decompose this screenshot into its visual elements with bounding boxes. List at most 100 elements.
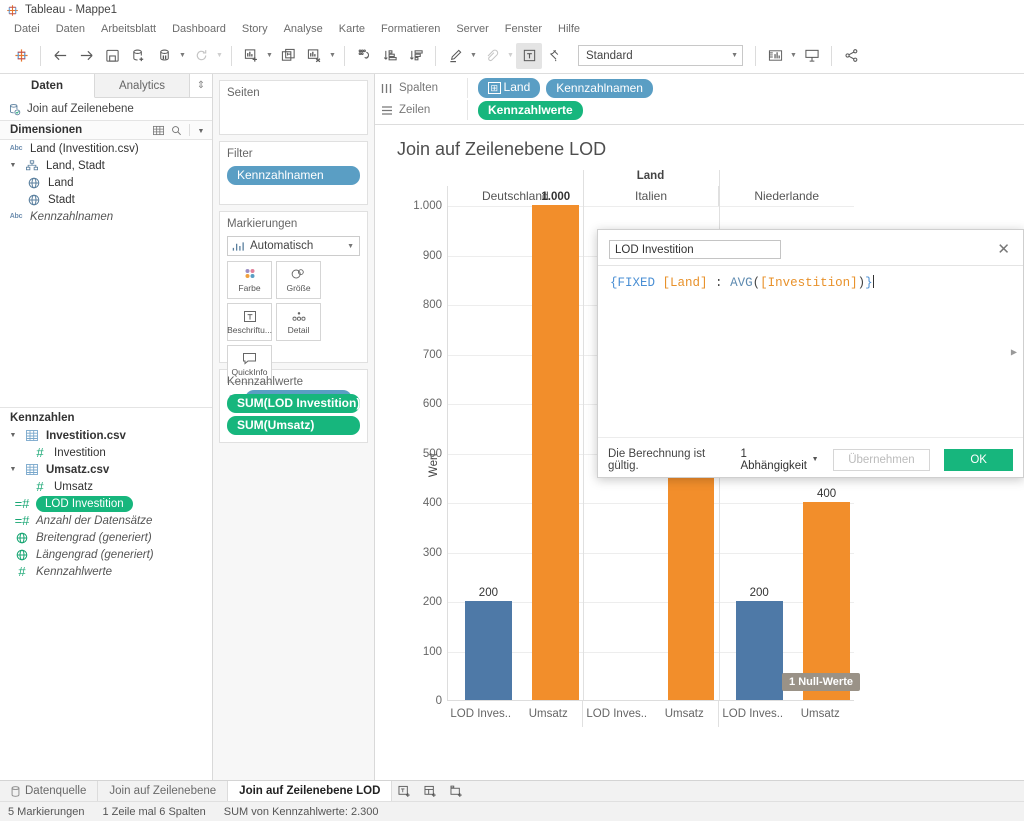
swap-rows-columns-button[interactable]: [351, 43, 377, 69]
highlighter-dropdown[interactable]: ▼: [468, 43, 479, 69]
pause-updates-dropdown[interactable]: ▼: [177, 43, 188, 69]
clear-sheet-dropdown[interactable]: ▼: [327, 43, 338, 69]
measure-value-pill-lod-investition[interactable]: SUM(LOD Investition): [227, 394, 360, 413]
field-lod-investition[interactable]: =# LOD Investition: [0, 495, 212, 512]
menu-item-server[interactable]: Server: [448, 22, 496, 36]
menu-item-dashboard[interactable]: Dashboard: [164, 22, 234, 36]
field-umsatz-csv[interactable]: ▼ Umsatz.csv: [0, 461, 212, 478]
duplicate-sheet-button[interactable]: [275, 43, 301, 69]
x-header-niederlande-umsatz[interactable]: Umsatz: [787, 701, 855, 727]
refresh-dropdown[interactable]: ▼: [214, 43, 225, 69]
sheet-tab-join-auf-zeilenebene[interactable]: Join auf Zeilenebene: [98, 781, 229, 801]
bar-deutschland-lod-investition[interactable]: [465, 601, 512, 700]
save-button[interactable]: [99, 43, 125, 69]
marks-size-button[interactable]: Größe: [276, 261, 321, 299]
chevron-right-icon[interactable]: ▶: [1011, 347, 1017, 356]
bar-deutschland-umsatz[interactable]: [532, 205, 580, 700]
field-land[interactable]: Land: [0, 174, 212, 191]
field-land-investition-csv[interactable]: Abc Land (Investition.csv): [0, 140, 212, 157]
data-source-item[interactable]: Join auf Zeilenebene: [0, 98, 212, 120]
menu-item-daten[interactable]: Daten: [48, 22, 93, 36]
marks-label-button[interactable]: Beschriftu...: [227, 303, 272, 341]
x-header-deutschland-umsatz[interactable]: Umsatz: [515, 701, 583, 727]
field-kennzahlwerte[interactable]: # Kennzahlwerte: [0, 563, 212, 580]
dimensions-menu-button[interactable]: ▼: [189, 124, 206, 136]
sort-ascending-button[interactable]: [377, 43, 403, 69]
menu-item-datei[interactable]: Datei: [6, 22, 48, 36]
new-worksheet-button[interactable]: [238, 43, 264, 69]
calc-formula-text[interactable]: {FIXED [Land] : AVG([Investition])}: [610, 275, 1011, 290]
ok-button[interactable]: OK: [944, 448, 1014, 471]
new-worksheet-button[interactable]: [392, 781, 418, 801]
presentation-mode-button[interactable]: [799, 43, 825, 69]
columns-pill-kennzahlnamen[interactable]: Kennzahlnamen: [546, 78, 653, 98]
calc-dependency-button[interactable]: 1 Abhängigkeit ▼: [740, 448, 818, 472]
data-pane-tabs-overflow[interactable]: ⇕: [190, 74, 212, 97]
new-data-source-button[interactable]: [125, 43, 151, 69]
x-header-italien-umsatz[interactable]: Umsatz: [651, 701, 719, 727]
columns-shelf-pills[interactable]: ⊞ Land Kennzahlnamen: [467, 78, 1018, 98]
plus-box-icon[interactable]: ⊞: [488, 82, 501, 94]
new-dashboard-button[interactable]: [418, 781, 444, 801]
rows-shelf-pills[interactable]: Kennzahlwerte: [467, 100, 1018, 120]
fit-select[interactable]: Standard ▼: [578, 45, 743, 66]
field-stadt[interactable]: Stadt: [0, 191, 212, 208]
field-laengengrad[interactable]: Längengrad (generiert): [0, 546, 212, 563]
tab-analytics[interactable]: Analytics: [95, 74, 190, 97]
rows-pill-kennzahlwerte[interactable]: Kennzahlwerte: [478, 100, 583, 120]
menu-item-story[interactable]: Story: [234, 22, 276, 36]
bar-italien-umsatz[interactable]: [667, 452, 715, 700]
forward-button[interactable]: [73, 43, 99, 69]
datasource-tab[interactable]: Datenquelle: [0, 781, 99, 801]
pause-updates-button[interactable]: [151, 43, 177, 69]
highlighter-button[interactable]: [442, 43, 468, 69]
columns-pill-land[interactable]: ⊞ Land: [478, 78, 541, 98]
search-icon[interactable]: [171, 125, 182, 136]
field-investition[interactable]: # Investition: [0, 444, 212, 461]
group-members-dropdown[interactable]: ▼: [505, 43, 516, 69]
bar-niederlande-umsatz[interactable]: [803, 502, 850, 700]
close-icon[interactable]: ✕: [994, 242, 1013, 257]
menu-item-hilfe[interactable]: Hilfe: [550, 22, 588, 36]
x-header-italien-lod-investition[interactable]: LOD Inves..: [583, 701, 651, 727]
x-header-niederlande-lod-investition[interactable]: LOD Inves..: [719, 701, 787, 727]
x-header-deutschland-lod-investition[interactable]: LOD Inves..: [447, 701, 515, 727]
chevron-down-icon[interactable]: ▼: [8, 466, 18, 473]
field-investition-csv[interactable]: ▼ Investition.csv: [0, 427, 212, 444]
chevron-down-icon[interactable]: ▼: [8, 162, 18, 169]
measure-value-pill-umsatz[interactable]: SUM(Umsatz): [227, 416, 360, 435]
menu-item-fenster[interactable]: Fenster: [497, 22, 550, 36]
menu-item-arbeitsblatt[interactable]: Arbeitsblatt: [93, 22, 164, 36]
clear-sheet-button[interactable]: [301, 43, 327, 69]
column-header-niederlande[interactable]: Niederlande: [718, 186, 854, 206]
field-breitengrad[interactable]: Breitengrad (generiert): [0, 529, 212, 546]
field-anzahl-der-datensaetze[interactable]: =# Anzahl der Datensätze: [0, 512, 212, 529]
chevron-down-icon[interactable]: ▼: [8, 432, 18, 439]
mark-type-select[interactable]: Automatisch ▼: [227, 236, 360, 256]
null-values-indicator[interactable]: 1 Null-Werte: [782, 673, 860, 691]
share-button[interactable]: [838, 43, 864, 69]
sheet-tab-join-auf-zeilenebene-lod[interactable]: Join auf Zeilenebene LOD: [228, 781, 393, 801]
marks-color-button[interactable]: Farbe: [227, 261, 272, 299]
column-header-italien[interactable]: Italien: [582, 186, 719, 206]
tableau-home-button[interactable]: [8, 43, 34, 69]
show-hide-cards-dropdown[interactable]: ▼: [788, 43, 799, 69]
tab-daten[interactable]: Daten: [0, 74, 95, 98]
filter-pill-kennzahlnamen[interactable]: Kennzahlnamen: [227, 166, 360, 185]
grid-view-icon[interactable]: [153, 125, 164, 136]
field-kennzahlnamen[interactable]: Abc Kennzahlnamen: [0, 208, 212, 225]
columns-shelf[interactable]: Spalten ⊞ Land Kennzahlnamen: [375, 77, 1024, 99]
apply-button[interactable]: Übernehmen: [832, 448, 931, 471]
sort-descending-button[interactable]: [403, 43, 429, 69]
field-umsatz[interactable]: # Umsatz: [0, 478, 212, 495]
show-mark-labels-button[interactable]: [516, 42, 542, 69]
menu-item-karte[interactable]: Karte: [331, 22, 373, 36]
fix-axis-button[interactable]: [542, 43, 568, 69]
show-hide-cards-button[interactable]: [762, 43, 788, 69]
calculated-field-dialog[interactable]: LOD Investition ✕ {FIXED [Land] : AVG([I…: [597, 229, 1024, 478]
new-worksheet-dropdown[interactable]: ▼: [264, 43, 275, 69]
group-members-button[interactable]: [479, 43, 505, 69]
marks-detail-button[interactable]: Detail: [276, 303, 321, 341]
refresh-button[interactable]: [188, 43, 214, 69]
new-story-button[interactable]: [444, 781, 470, 801]
